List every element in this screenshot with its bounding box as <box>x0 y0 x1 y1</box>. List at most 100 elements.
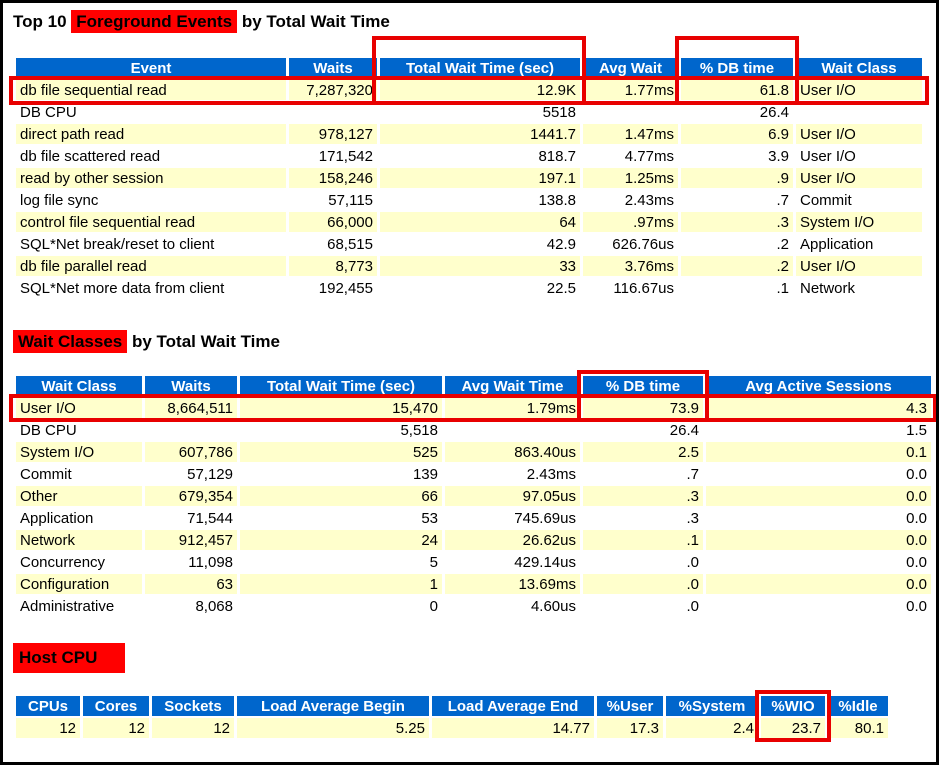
column-header: % DB time <box>583 376 703 396</box>
cell: 912,457 <box>145 530 237 550</box>
column-header: %Idle <box>828 696 888 716</box>
cell: 73.9 <box>583 398 703 418</box>
cell: 5,518 <box>240 420 442 440</box>
header-row: Wait Class Waits Total Wait Time (sec) Avg … <box>16 376 931 396</box>
cell: 2.43ms <box>445 464 580 484</box>
cell: 978,127 <box>289 124 377 144</box>
cell: 0.0 <box>706 486 931 506</box>
cell: 192,455 <box>289 278 377 298</box>
cell: User I/O <box>16 398 142 418</box>
table-row: Other 679,354 66 97.05us .3 0.0 <box>16 486 931 506</box>
cell: control file sequential read <box>16 212 286 232</box>
cell: 26.4 <box>583 420 703 440</box>
cell: db file scattered read <box>16 146 286 166</box>
table-row: db file scattered read 171,542 818.7 4.77ms… <box>16 146 922 166</box>
column-header: Total Wait Time (sec) <box>240 376 442 396</box>
cell: 2.5 <box>583 442 703 462</box>
column-header: Wait Class <box>16 376 142 396</box>
cell: SQL*Net more data from client <box>16 278 286 298</box>
cell: 4.60us <box>445 596 580 616</box>
cell: .3 <box>583 486 703 506</box>
table-row: Network 912,457 24 26.62us .1 0.0 <box>16 530 931 550</box>
cell: 66,000 <box>289 212 377 232</box>
cell: .1 <box>583 530 703 550</box>
cell: 8,664,511 <box>145 398 237 418</box>
cell: 5 <box>240 552 442 572</box>
top-events-title-highlight: Foreground Events <box>71 10 238 33</box>
cell: 0.1 <box>706 442 931 462</box>
cell: User I/O <box>796 80 922 100</box>
cell: 679,354 <box>145 486 237 506</box>
cell: 71,544 <box>145 508 237 528</box>
cell: 57,129 <box>145 464 237 484</box>
cell: .97ms <box>583 212 678 232</box>
cell: 12.9K <box>380 80 580 100</box>
column-header: Avg Active Sessions <box>706 376 931 396</box>
cell: 4.77ms <box>583 146 678 166</box>
cell: 12 <box>16 718 80 738</box>
cell: User I/O <box>796 146 922 166</box>
cell: 2.4 <box>666 718 758 738</box>
table-row: User I/O 8,664,511 15,470 1.79ms 73.9 4.3 <box>16 398 931 418</box>
host-cpu-table: CPUs Cores Sockets Load Average Begin Load A… <box>13 694 891 740</box>
cell: 171,542 <box>289 146 377 166</box>
cell: 138.8 <box>380 190 580 210</box>
cell: 525 <box>240 442 442 462</box>
cell: .0 <box>583 574 703 594</box>
cell: User I/O <box>796 168 922 188</box>
cell: 626.76us <box>583 234 678 254</box>
cell: 24 <box>240 530 442 550</box>
cell: 0.0 <box>706 464 931 484</box>
top-events-title-prefix: Top 10 <box>13 12 72 31</box>
cell: 6.9 <box>681 124 793 144</box>
cell: Network <box>796 278 922 298</box>
cell: 0.0 <box>706 596 931 616</box>
cell: 8,773 <box>289 256 377 276</box>
cell: 7,287,320 <box>289 80 377 100</box>
cell: 863.40us <box>445 442 580 462</box>
cell: 3.9 <box>681 146 793 166</box>
cell: 1.47ms <box>583 124 678 144</box>
cell: 15,470 <box>240 398 442 418</box>
table-row: db file sequential read 7,287,320 12.9K 1.7… <box>16 80 922 100</box>
cell: Network <box>16 530 142 550</box>
cell: 26.62us <box>445 530 580 550</box>
cell: 12 <box>83 718 149 738</box>
cell: 429.14us <box>445 552 580 572</box>
cell: read by other session <box>16 168 286 188</box>
cell: 607,786 <box>145 442 237 462</box>
cell: 0 <box>240 596 442 616</box>
cell: 17.3 <box>597 718 663 738</box>
cell: 53 <box>240 508 442 528</box>
cell: User I/O <box>796 256 922 276</box>
cell: .9 <box>681 168 793 188</box>
cell: 63 <box>145 574 237 594</box>
column-header: %User <box>597 696 663 716</box>
cell <box>445 420 580 440</box>
cell: .2 <box>681 256 793 276</box>
cell: 42.9 <box>380 234 580 254</box>
table-row: 12 12 12 5.25 14.77 17.3 2.4 23.7 80.1 <box>16 718 888 738</box>
cell: 66 <box>240 486 442 506</box>
table-row: System I/O 607,786 525 863.40us 2.5 0.1 <box>16 442 931 462</box>
cell: db file parallel read <box>16 256 286 276</box>
cell: 23.7 <box>761 718 825 738</box>
column-header: %System <box>666 696 758 716</box>
cell: 3.76ms <box>583 256 678 276</box>
table-row: SQL*Net break/reset to client 68,515 42.9 6… <box>16 234 922 254</box>
column-header: % DB time <box>681 58 793 78</box>
wait-classes-title: Wait Classes by Total Wait Time <box>13 330 280 354</box>
cell: System I/O <box>16 442 142 462</box>
cell: .0 <box>583 596 703 616</box>
cell: 13.69ms <box>445 574 580 594</box>
cell: 139 <box>240 464 442 484</box>
column-header: Wait Class <box>796 58 922 78</box>
table-row: Configuration 63 1 13.69ms .0 0.0 <box>16 574 931 594</box>
column-header: Avg Wait <box>583 58 678 78</box>
column-header: Total Wait Time (sec) <box>380 58 580 78</box>
header-row: CPUs Cores Sockets Load Average Begin Load A… <box>16 696 888 716</box>
awr-report-page: Top 10 Foreground Events by Total Wait T… <box>0 0 939 765</box>
column-header: Avg Wait Time <box>445 376 580 396</box>
column-header: Load Average End <box>432 696 594 716</box>
column-header: Sockets <box>152 696 234 716</box>
